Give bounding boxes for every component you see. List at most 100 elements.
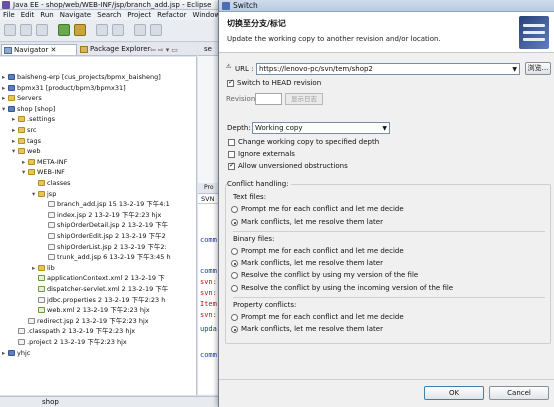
svn-tab[interactable]: SVN <box>198 194 218 204</box>
menu-navigate[interactable]: Navigate <box>57 10 94 20</box>
allow-unversioned-checkbox[interactable] <box>228 161 235 170</box>
binary-mine-radio[interactable] <box>231 272 238 279</box>
file-icon <box>18 328 25 335</box>
ignore-externals-label[interactable]: Ignore externals <box>238 150 295 158</box>
text-prompt-radio[interactable] <box>231 206 238 213</box>
separator <box>233 231 545 232</box>
menu-file[interactable]: File <box>0 10 18 20</box>
console-line: svn: <box>200 289 217 297</box>
tree-item[interactable]: redirect.jsp 2 13-2-19 下午2:23 hjx <box>22 316 149 326</box>
ignore-externals-checkbox[interactable] <box>228 151 235 158</box>
tree-item[interactable]: .classpath 2 13-2-19 下午2:23 hjx <box>12 326 135 336</box>
tree-item[interactable]: shipOrderList.jsp 2 13-2-19 下午2: <box>42 242 167 252</box>
menu-refactor[interactable]: Refactor <box>154 10 189 20</box>
view-toolbar-icons[interactable]: ⇦⇨▾▭ <box>150 46 180 54</box>
new-icon[interactable] <box>4 24 16 36</box>
tree-item[interactable]: ▸ bpmx31 [product/bpm3/bpmx31] <box>2 83 126 93</box>
url-combobox[interactable]: https://lenovo-pc/svn/tem/shop2 ▼ <box>256 63 520 75</box>
property-mark-radio[interactable] <box>231 326 238 333</box>
text-mark-label[interactable]: Mark conflicts, let me resolve them late… <box>241 218 383 226</box>
tree-item[interactable]: web.xml 2 13-2-19 下午2:23 hjx <box>32 305 150 315</box>
menu-run[interactable]: Run <box>37 10 56 20</box>
binary-prompt-radio[interactable] <box>231 248 238 255</box>
property-prompt-radio[interactable] <box>231 314 238 321</box>
tree-item[interactable]: ▸ lib <box>32 263 55 273</box>
tree-item[interactable]: branch_add.jsp 15 13-2-19 下午4:1 <box>42 199 170 209</box>
console-tab[interactable]: Pro <box>198 183 218 194</box>
file-icon <box>48 201 55 208</box>
tree-item[interactable]: ▸ src <box>12 125 37 135</box>
browse-button[interactable]: 浏览... <box>525 62 551 75</box>
change-depth-label[interactable]: Change working copy to specified depth <box>238 138 379 146</box>
property-mark-label[interactable]: Mark conflicts, let me resolve them late… <box>241 325 383 333</box>
tree-item[interactable]: ▾ jsp <box>32 189 56 199</box>
menu-edit[interactable]: Edit <box>18 10 38 20</box>
binary-incoming-radio[interactable] <box>231 285 238 292</box>
open-type-icon[interactable] <box>112 24 124 36</box>
tree-item[interactable]: classes <box>32 178 71 188</box>
tree-item[interactable]: shipOrderDetail.jsp 2 13-2-19 下午 <box>42 220 168 230</box>
allow-unversioned-label[interactable]: Allow unversioned obstructions <box>238 162 348 170</box>
tree-item[interactable]: ▸ META-INF <box>22 157 67 167</box>
switch-head-label[interactable]: Switch to HEAD revision <box>237 79 321 87</box>
save-icon[interactable] <box>20 24 32 36</box>
menu-search[interactable]: Search <box>94 10 124 20</box>
tree-item[interactable]: jdbc.properties 2 13-2-19 下午2:23 h <box>32 295 165 305</box>
tree-item[interactable]: ▾ shop [shop] <box>2 104 55 114</box>
binary-mark-radio[interactable] <box>231 260 238 267</box>
text-prompt-label[interactable]: Prompt me for each conflict and let me d… <box>241 205 404 213</box>
tree-item[interactable]: ▸ baisheng-erp [cus_projects/bpmx_baishen… <box>2 72 161 82</box>
switch-head-checkbox[interactable] <box>227 78 234 87</box>
svn-switch-icon <box>222 2 230 10</box>
folder-icon <box>18 116 25 123</box>
tree-item-label: bpmx31 [product/bpm3/bpmx31] <box>17 83 126 92</box>
depth-select[interactable]: Working copy ▼ <box>252 122 390 134</box>
tree-item[interactable]: ▸ .settings <box>12 114 55 124</box>
tree-item-label: applicationContext.xml 2 13-2-19 下 <box>47 274 165 283</box>
xml-file-icon <box>38 275 45 282</box>
dialog-title-bar[interactable]: Switch <box>219 0 554 12</box>
tab-navigator[interactable]: Navigator ✕ <box>1 44 77 55</box>
show-log-button[interactable]: 显示日志 <box>285 93 323 105</box>
tree-item[interactable]: applicationContext.xml 2 13-2-19 下 <box>32 273 165 283</box>
tree-item[interactable]: .project 2 13-2-19 下午2:23 hjx <box>12 337 127 347</box>
tree-item[interactable]: ▸ tags <box>12 136 41 146</box>
binary-mine-label[interactable]: Resolve the conflict by using my version… <box>241 271 418 279</box>
menu-project[interactable]: Project <box>124 10 154 20</box>
print-icon[interactable] <box>36 24 48 36</box>
tree-item-label: web.xml 2 13-2-19 下午2:23 hjx <box>47 306 150 315</box>
back-icon[interactable] <box>134 24 146 36</box>
cancel-button[interactable]: Cancel <box>489 386 549 400</box>
change-depth-checkbox[interactable] <box>228 139 235 146</box>
navigator-tree[interactable]: ▸ baisheng-erp [cus_projects/bpmx_baishen… <box>0 57 197 395</box>
tree-item[interactable]: ▸ yhjc <box>2 348 30 358</box>
property-prompt-label[interactable]: Prompt me for each conflict and let me d… <box>241 313 404 321</box>
tree-item[interactable]: trunk_add.jsp 6 13-2-19 下午3:45 h <box>42 252 171 262</box>
forward-icon[interactable] <box>150 24 162 36</box>
search-icon[interactable] <box>96 24 108 36</box>
revision-input[interactable] <box>255 93 282 105</box>
binary-incoming-label[interactable]: Resolve the conflict by using the incomi… <box>241 284 453 292</box>
tree-item-label: src <box>27 126 37 134</box>
ok-button[interactable]: OK <box>424 386 484 400</box>
chevron-down-icon[interactable]: ▼ <box>382 124 387 134</box>
binary-mark-label[interactable]: Mark conflicts, let me resolve them late… <box>241 259 383 267</box>
eclipse-window-title: Java EE - shop/web/WEB-INF/jsp/branch_ad… <box>13 1 212 9</box>
tree-item[interactable]: ▸ Servers <box>2 93 42 103</box>
tree-item[interactable]: ▾ web <box>12 146 40 156</box>
text-mark-radio[interactable] <box>231 219 238 226</box>
binary-prompt-label[interactable]: Prompt me for each conflict and let me d… <box>241 247 404 255</box>
chevron-down-icon[interactable]: ▼ <box>512 65 517 74</box>
tree-item[interactable]: ▾ WEB-INF <box>22 167 65 177</box>
run-icon[interactable] <box>58 24 70 36</box>
tab-package-explorer-label: Package Explorer <box>90 45 151 53</box>
tab-package-explorer[interactable]: Package Explorer <box>78 44 150 55</box>
separator <box>233 297 545 298</box>
tree-item[interactable]: dispatcher-servlet.xml 2 13-2-19 下午 <box>32 284 168 294</box>
tree-item[interactable]: shipOrderEdit.jsp 2 13-2-19 下午2 <box>42 231 166 241</box>
folder-icon <box>38 264 45 271</box>
xml-file-icon <box>38 286 45 292</box>
tree-item[interactable]: index.jsp 2 13-2-19 下午2:23 hjx <box>42 210 161 220</box>
editor-tab[interactable]: se <box>198 43 218 56</box>
debug-icon[interactable] <box>74 24 86 36</box>
